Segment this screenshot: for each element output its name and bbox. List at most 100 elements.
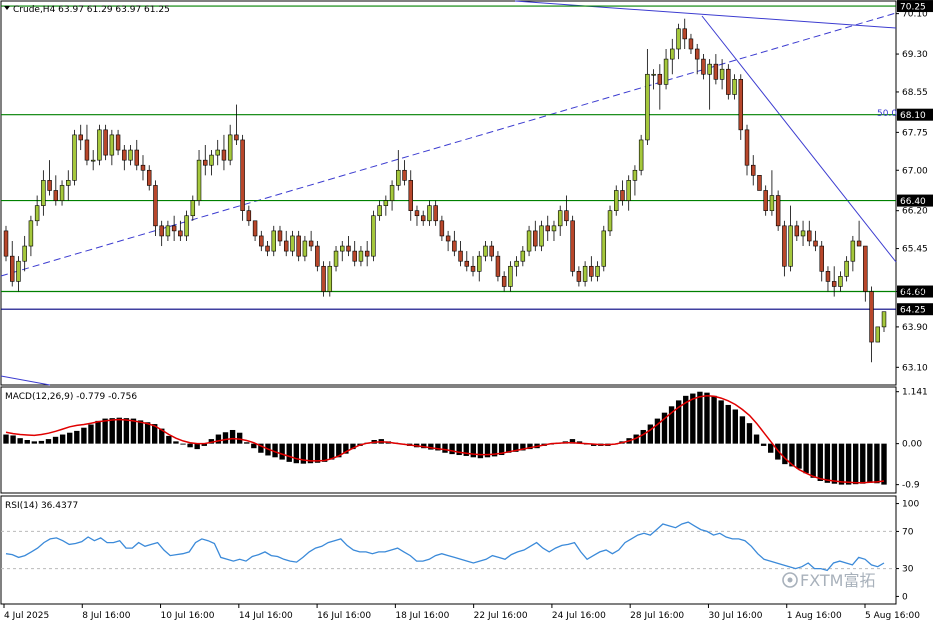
macd-histogram-bar xyxy=(137,420,144,444)
rsi-tick-label: 0 xyxy=(902,592,908,602)
macd-histogram-bar xyxy=(782,443,788,465)
rsi-tick-label: 30 xyxy=(902,565,914,575)
price-tick-label: 67.75 xyxy=(902,128,928,138)
macd-histogram-bar xyxy=(81,427,87,444)
macd-histogram-bar xyxy=(810,443,816,478)
macd-histogram-bar xyxy=(760,443,767,446)
candle xyxy=(601,225,607,272)
macd-histogram-bar xyxy=(647,424,654,444)
time-tick-label: 16 Jul 16:00 xyxy=(317,611,371,621)
macd-title: MACD(12,26,9) -0.779 -0.756 xyxy=(5,392,137,402)
chart-title: Crude,H4 63.97 61.29 63.97 61.25 xyxy=(13,5,170,15)
time-tick-label: 4 Jul 2025 xyxy=(4,611,49,621)
crude-h4-chart-window: 70.25 68.10 66.40 64.60 64.25 50.0 70.10 69.3… xyxy=(0,0,936,624)
macd-histogram-bar xyxy=(293,443,299,464)
candle xyxy=(240,134,245,221)
candle xyxy=(97,124,102,166)
macd-histogram-bar xyxy=(173,441,179,444)
macd-histogram-bar xyxy=(449,443,455,455)
macd-histogram-bar xyxy=(732,409,738,444)
chart-title-group: Crude,H4 63.97 61.29 63.97 61.25 xyxy=(4,5,170,15)
level-price-label: 66.40 xyxy=(900,197,926,207)
macd-histogram-bar xyxy=(24,440,30,444)
macd-histogram-bar xyxy=(17,438,23,444)
macd-histogram-bar xyxy=(831,443,838,484)
macd-histogram-bar xyxy=(166,435,172,444)
macd-histogram-bar xyxy=(279,443,285,460)
macd-histogram-bar xyxy=(753,434,760,444)
chart-canvas: 70.2568.1066.4064.6064.25 50.0 70.1069.3… xyxy=(0,0,933,621)
macd-histogram-bar xyxy=(711,395,717,444)
time-tick-label: 5 Aug 16:00 xyxy=(865,611,920,621)
macd-histogram-bar xyxy=(867,443,873,483)
candle xyxy=(726,64,731,100)
candle xyxy=(638,134,644,176)
macd-histogram-bar xyxy=(95,420,101,444)
macd-histogram-bar xyxy=(838,443,845,485)
candle xyxy=(570,215,575,277)
macd-histogram-bar xyxy=(229,429,236,444)
macd-histogram-bar xyxy=(123,418,130,444)
candle xyxy=(72,129,77,186)
time-axis: 4 Jul 2025 8 Jul 16:00 10 Jul 16:00 14 Jul … xyxy=(3,604,920,621)
macd-histogram-bar xyxy=(874,443,880,484)
macd-histogram-bar xyxy=(817,443,823,481)
macd-histogram-bar xyxy=(704,392,710,444)
candle xyxy=(371,210,376,262)
macd-histogram-bar xyxy=(442,443,448,453)
macd-histogram-bar xyxy=(718,400,724,444)
rsi-tick-label: 70 xyxy=(902,527,914,537)
macd-histogram-bar xyxy=(796,443,802,469)
macd-histogram-bar xyxy=(130,418,137,444)
macd-histogram-bar xyxy=(236,432,243,444)
watermark-text: FXTM富拓 xyxy=(800,571,875,590)
macd-histogram-bar xyxy=(3,434,9,444)
fib-level-label: 50.0 xyxy=(877,109,897,119)
time-tick-label: 1 Aug 16:00 xyxy=(787,611,842,621)
macd-tick-label: -0.9 xyxy=(902,481,920,491)
time-tick-label: 28 Jul 16:00 xyxy=(630,611,684,621)
macd-histogram-bar xyxy=(860,443,866,484)
price-tick-label: 69.30 xyxy=(902,50,928,60)
candle xyxy=(3,225,9,262)
candle xyxy=(738,74,744,140)
time-tick-label: 14 Jul 16:00 xyxy=(239,611,293,621)
macd-histogram-bar xyxy=(88,424,94,444)
macd-histogram-bar xyxy=(144,422,151,444)
rsi-title: RSI(14) 36.4377 xyxy=(5,501,78,511)
rsi-tick-label: 100 xyxy=(902,500,919,510)
macd-histogram-bar xyxy=(881,443,887,485)
level-price-label: 64.25 xyxy=(900,306,926,316)
macd-histogram-bar xyxy=(640,429,646,444)
macd-histogram-bar xyxy=(852,443,859,485)
time-tick-label: 24 Jul 16:00 xyxy=(552,611,606,621)
macd-histogram-bar xyxy=(690,393,696,444)
rsi-panel: 100 70 30 0 RSI(14) 36.4377 xyxy=(0,495,919,605)
macd-histogram-bar xyxy=(59,434,66,444)
macd-histogram-bar xyxy=(477,443,484,459)
price-tick-label: 70.10 xyxy=(902,10,928,20)
macd-histogram-bar xyxy=(739,416,746,444)
price-tick-label: 65.45 xyxy=(902,245,928,255)
macd-tick-label: 0.00 xyxy=(902,440,922,450)
macd-histogram-bar xyxy=(116,417,122,444)
macd-histogram-bar xyxy=(187,443,193,448)
macd-histogram-bar xyxy=(38,440,45,444)
price-panel: 70.2568.1066.4064.6064.25 50.0 70.1069.3… xyxy=(0,0,933,386)
candle xyxy=(875,326,881,343)
time-tick-label: 18 Jul 16:00 xyxy=(395,611,449,621)
macd-histogram-bar xyxy=(845,443,852,485)
price-axis: 70.10 69.30 68.55 67.75 67.00 66.20 65.45 64.60… xyxy=(896,10,928,373)
macd-histogram-bar xyxy=(45,439,52,444)
macd-histogram-bar xyxy=(222,432,229,444)
macd-histogram-bar xyxy=(244,442,250,444)
macd-histogram-bar xyxy=(52,436,59,444)
macd-tick-label: 1.141 xyxy=(902,388,928,398)
macd-histogram-bar xyxy=(824,443,831,483)
macd-histogram-bar xyxy=(109,418,115,444)
macd-histogram-bar xyxy=(725,404,731,444)
macd-histogram-bar xyxy=(314,443,321,463)
macd-histogram-bar xyxy=(470,443,477,458)
macd-histogram-bar xyxy=(10,435,16,444)
price-tick-label: 63.90 xyxy=(902,323,928,333)
